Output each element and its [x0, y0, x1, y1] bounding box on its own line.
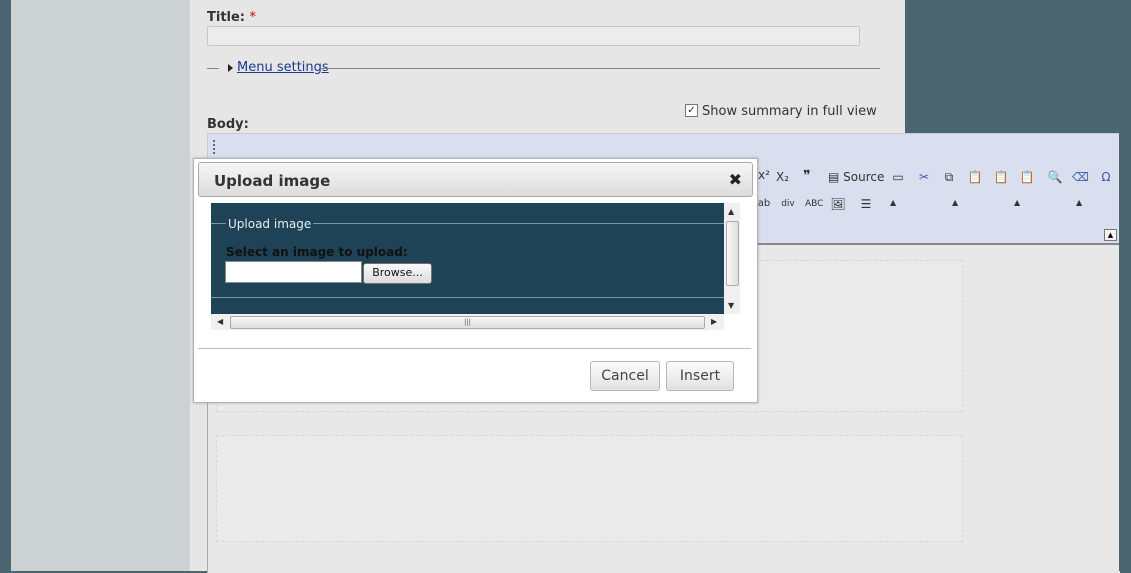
file-path-input[interactable] — [225, 261, 362, 283]
upload-image-dialog: Upload image ✖ Upload image Select an im… — [193, 158, 758, 403]
faded-content-block — [216, 435, 963, 542]
scroll-left-icon[interactable]: ◀ — [217, 317, 223, 326]
fieldset-border-bottom — [211, 297, 724, 298]
dialog-title: Upload image — [214, 172, 331, 190]
collapse-toolbar-icon[interactable]: ▲ — [1104, 229, 1117, 241]
format-dropdown-arrow-icon[interactable]: ▲ — [890, 198, 896, 207]
div-icon[interactable]: div — [780, 196, 796, 212]
title-label-text: Title: — [207, 10, 246, 25]
body-field-label: Body: — [207, 117, 249, 132]
source-button[interactable]: ▤ Source — [828, 170, 884, 184]
find-icon[interactable]: 🔍 — [1047, 169, 1063, 185]
show-summary-label: Show summary in full view — [702, 104, 877, 119]
title-field-label: Title: * — [207, 10, 256, 25]
cancel-button[interactable]: Cancel — [590, 361, 660, 391]
subscript-button[interactable]: X₂ — [776, 170, 789, 184]
menu-settings-link[interactable]: Menu settings — [237, 60, 329, 75]
show-summary-checkbox[interactable]: ✓ — [685, 104, 698, 117]
horizontal-scrollbar[interactable]: ◀ ||| ▶ — [211, 314, 724, 330]
outer-background-right — [1119, 133, 1131, 571]
color-dropdown-arrow-icon[interactable]: ▲ — [1076, 198, 1082, 207]
vertical-scrollbar[interactable]: ▲ ▼ — [724, 203, 740, 314]
font-dropdown-arrow-icon[interactable]: ▲ — [952, 198, 958, 207]
page-break-icon[interactable]: ☰ — [858, 196, 874, 212]
scroll-right-icon[interactable]: ▶ — [711, 317, 717, 326]
horizontal-scroll-thumb[interactable]: ||| — [230, 316, 705, 329]
image-icon[interactable]: 🖼 — [830, 196, 846, 212]
expand-triangle-icon[interactable] — [228, 64, 233, 72]
title-input[interactable] — [207, 26, 860, 46]
outer-background — [0, 0, 11, 571]
scroll-down-icon[interactable]: ▼ — [728, 301, 734, 310]
insert-button[interactable]: Insert — [666, 361, 734, 391]
upload-iframe: Upload image Select an image to upload: … — [211, 203, 724, 314]
fieldset-legend: Upload image — [226, 217, 314, 231]
cut-icon[interactable]: ✂ — [916, 169, 932, 185]
superscript-button[interactable]: x² — [758, 168, 770, 182]
select-image-label: Select an image to upload: — [226, 245, 408, 259]
source-icon: ▤ — [828, 170, 844, 184]
required-marker: * — [249, 10, 257, 25]
scroll-up-icon[interactable]: ▲ — [728, 207, 734, 216]
horizontal-rule-icon[interactable]: ▭ — [890, 169, 906, 185]
size-dropdown-arrow-icon[interactable]: ▲ — [1014, 198, 1020, 207]
vertical-scroll-thumb[interactable] — [726, 221, 739, 286]
remove-format-icon[interactable]: ⌫ — [1072, 169, 1089, 185]
paste-icon[interactable]: 📋 — [967, 169, 983, 185]
toolbar-grip-icon[interactable] — [213, 140, 217, 154]
left-sidebar-panel — [11, 0, 190, 571]
paste-word-icon[interactable]: 📋 — [1019, 169, 1035, 185]
source-label: Source — [843, 170, 885, 184]
spellcheck-icon[interactable]: ABC — [805, 196, 823, 212]
blockquote-button[interactable]: ❞ — [803, 168, 811, 184]
paste-text-icon[interactable]: 📋 — [993, 169, 1009, 185]
dialog-header[interactable]: Upload image ✖ — [198, 162, 753, 197]
copy-icon[interactable]: ⧉ — [941, 169, 957, 185]
special-char-icon[interactable]: Ω — [1098, 169, 1114, 185]
fieldset-divider-left — [207, 68, 219, 69]
dialog-footer-divider — [198, 348, 751, 349]
browse-button[interactable]: Browse... — [363, 263, 432, 284]
fieldset-divider-right — [321, 68, 880, 69]
close-icon[interactable]: ✖ — [729, 170, 742, 189]
language-icon[interactable]: ab — [756, 196, 772, 212]
